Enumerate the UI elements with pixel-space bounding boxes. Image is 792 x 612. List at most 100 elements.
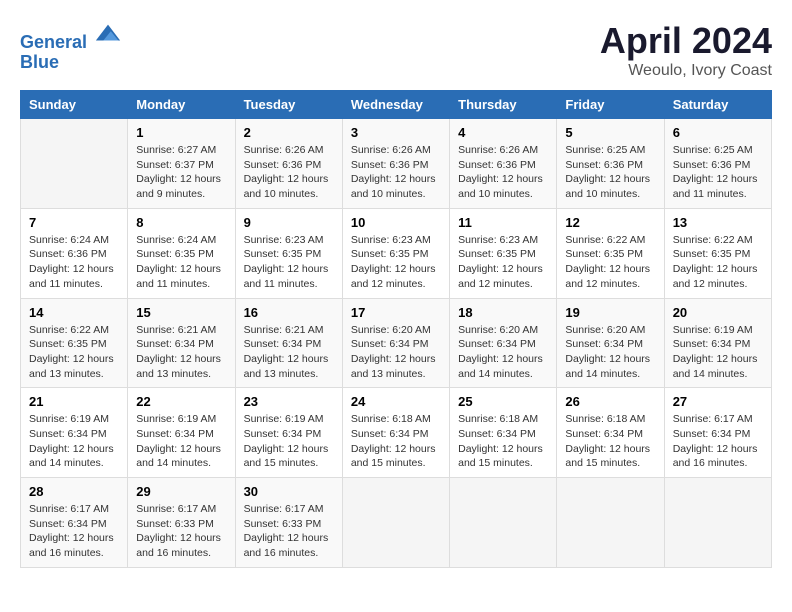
day-number: 7 — [29, 215, 119, 230]
calendar-day-cell: 19 Sunrise: 6:20 AM Sunset: 6:34 PM Dayli… — [557, 298, 664, 388]
day-number: 23 — [244, 394, 334, 409]
day-number: 6 — [673, 125, 763, 140]
day-number: 28 — [29, 484, 119, 499]
calendar-day-cell: 12Sunrise: 6:22 AM Sunset: 6:35 PM Dayli… — [557, 208, 664, 298]
day-info: Sunrise: 6:19 AM Sunset: 6:34 PM Dayligh… — [29, 412, 119, 471]
calendar-day-cell: 8 Sunrise: 6:24 AM Sunset: 6:35 PM Daylig… — [128, 208, 235, 298]
day-info: Sunrise: 6:26 AM Sunset: 6:36 PM Dayligh… — [458, 143, 548, 202]
day-info: Sunrise: 6:19 AM Sunset: 6:34 PM Dayligh… — [673, 323, 763, 382]
day-number: 27 — [673, 394, 763, 409]
calendar-day-cell: 21 Sunrise: 6:19 AM Sunset: 6:34 PM Dayli… — [21, 388, 128, 478]
calendar-day-cell: 17Sunrise: 6:20 AM Sunset: 6:34 PM Dayli… — [342, 298, 449, 388]
day-number: 16 — [244, 305, 334, 320]
day-info: Sunrise: 6:21 AM Sunset: 6:34 PM Dayligh… — [244, 323, 334, 382]
logo-blue: Blue — [20, 52, 59, 72]
calendar-day-cell — [450, 478, 557, 568]
day-info: Sunrise: 6:23 AM Sunset: 6:35 PM Dayligh… — [458, 233, 548, 292]
day-number: 21 — [29, 394, 119, 409]
calendar-table: SundayMondayTuesdayWednesdayThursdayFrid… — [20, 90, 772, 568]
calendar-day-cell: 2Sunrise: 6:26 AM Sunset: 6:36 PM Daylig… — [235, 119, 342, 209]
calendar-header-row: SundayMondayTuesdayWednesdayThursdayFrid… — [21, 91, 772, 119]
calendar-week-row: 21 Sunrise: 6:19 AM Sunset: 6:34 PM Dayli… — [21, 388, 772, 478]
calendar-day-cell: 24Sunrise: 6:18 AM Sunset: 6:34 PM Dayli… — [342, 388, 449, 478]
calendar-day-cell: 5 Sunrise: 6:25 AM Sunset: 6:36 PM Daylig… — [557, 119, 664, 209]
day-info: Sunrise: 6:18 AM Sunset: 6:34 PM Dayligh… — [565, 412, 655, 471]
day-info: Sunrise: 6:21 AM Sunset: 6:34 PM Dayligh… — [136, 323, 226, 382]
day-info: Sunrise: 6:17 AM Sunset: 6:34 PM Dayligh… — [29, 502, 119, 561]
month-year: April 2024 — [600, 20, 772, 62]
calendar-day-cell: 18 Sunrise: 6:20 AM Sunset: 6:34 PM Dayli… — [450, 298, 557, 388]
day-number: 25 — [458, 394, 548, 409]
day-number: 1 — [136, 125, 226, 140]
col-header-friday: Friday — [557, 91, 664, 119]
col-header-saturday: Saturday — [664, 91, 771, 119]
calendar-day-cell: 26 Sunrise: 6:18 AM Sunset: 6:34 PM Dayli… — [557, 388, 664, 478]
logo-general: General — [20, 32, 87, 52]
day-number: 9 — [244, 215, 334, 230]
day-info: Sunrise: 6:22 AM Sunset: 6:35 PM Dayligh… — [565, 233, 655, 292]
calendar-day-cell: 7 Sunrise: 6:24 AM Sunset: 6:36 PM Daylig… — [21, 208, 128, 298]
day-info: Sunrise: 6:22 AM Sunset: 6:35 PM Dayligh… — [29, 323, 119, 382]
day-number: 4 — [458, 125, 548, 140]
page-header: General Blue April 2024 Weoulo, Ivory Co… — [20, 20, 772, 80]
day-number: 30 — [244, 484, 334, 499]
day-number: 26 — [565, 394, 655, 409]
col-header-wednesday: Wednesday — [342, 91, 449, 119]
logo: General Blue — [20, 20, 122, 73]
day-number: 3 — [351, 125, 441, 140]
day-number: 10 — [351, 215, 441, 230]
calendar-day-cell: 20Sunrise: 6:19 AM Sunset: 6:34 PM Dayli… — [664, 298, 771, 388]
calendar-day-cell — [21, 119, 128, 209]
day-info: Sunrise: 6:20 AM Sunset: 6:34 PM Dayligh… — [458, 323, 548, 382]
calendar-day-cell: 23 Sunrise: 6:19 AM Sunset: 6:34 PM Dayli… — [235, 388, 342, 478]
day-info: Sunrise: 6:27 AM Sunset: 6:37 PM Dayligh… — [136, 143, 226, 202]
calendar-day-cell: 29 Sunrise: 6:17 AM Sunset: 6:33 PM Dayli… — [128, 478, 235, 568]
calendar-day-cell: 16 Sunrise: 6:21 AM Sunset: 6:34 PM Dayli… — [235, 298, 342, 388]
col-header-tuesday: Tuesday — [235, 91, 342, 119]
day-number: 2 — [244, 125, 334, 140]
calendar-week-row: 28 Sunrise: 6:17 AM Sunset: 6:34 PM Dayli… — [21, 478, 772, 568]
day-info: Sunrise: 6:18 AM Sunset: 6:34 PM Dayligh… — [351, 412, 441, 471]
day-info: Sunrise: 6:25 AM Sunset: 6:36 PM Dayligh… — [565, 143, 655, 202]
calendar-day-cell — [342, 478, 449, 568]
day-info: Sunrise: 6:20 AM Sunset: 6:34 PM Dayligh… — [351, 323, 441, 382]
day-number: 29 — [136, 484, 226, 499]
day-info: Sunrise: 6:17 AM Sunset: 6:34 PM Dayligh… — [673, 412, 763, 471]
calendar-day-cell: 25 Sunrise: 6:18 AM Sunset: 6:34 PM Dayli… — [450, 388, 557, 478]
logo-icon — [94, 20, 122, 48]
calendar-day-cell: 3Sunrise: 6:26 AM Sunset: 6:36 PM Daylig… — [342, 119, 449, 209]
day-info: Sunrise: 6:24 AM Sunset: 6:36 PM Dayligh… — [29, 233, 119, 292]
day-info: Sunrise: 6:20 AM Sunset: 6:34 PM Dayligh… — [565, 323, 655, 382]
day-info: Sunrise: 6:22 AM Sunset: 6:35 PM Dayligh… — [673, 233, 763, 292]
day-info: Sunrise: 6:17 AM Sunset: 6:33 PM Dayligh… — [136, 502, 226, 561]
calendar-week-row: 7 Sunrise: 6:24 AM Sunset: 6:36 PM Daylig… — [21, 208, 772, 298]
calendar-day-cell: 1 Sunrise: 6:27 AM Sunset: 6:37 PM Daylig… — [128, 119, 235, 209]
title-section: April 2024 Weoulo, Ivory Coast — [600, 20, 772, 80]
day-info: Sunrise: 6:18 AM Sunset: 6:34 PM Dayligh… — [458, 412, 548, 471]
calendar-day-cell: 30Sunrise: 6:17 AM Sunset: 6:33 PM Dayli… — [235, 478, 342, 568]
day-info: Sunrise: 6:19 AM Sunset: 6:34 PM Dayligh… — [136, 412, 226, 471]
calendar-day-cell: 13 Sunrise: 6:22 AM Sunset: 6:35 PM Dayli… — [664, 208, 771, 298]
calendar-week-row: 1 Sunrise: 6:27 AM Sunset: 6:37 PM Daylig… — [21, 119, 772, 209]
day-number: 8 — [136, 215, 226, 230]
day-number: 22 — [136, 394, 226, 409]
calendar-day-cell: 22 Sunrise: 6:19 AM Sunset: 6:34 PM Dayli… — [128, 388, 235, 478]
day-info: Sunrise: 6:19 AM Sunset: 6:34 PM Dayligh… — [244, 412, 334, 471]
day-number: 5 — [565, 125, 655, 140]
day-number: 19 — [565, 305, 655, 320]
col-header-sunday: Sunday — [21, 91, 128, 119]
calendar-day-cell: 27 Sunrise: 6:17 AM Sunset: 6:34 PM Dayli… — [664, 388, 771, 478]
calendar-day-cell — [664, 478, 771, 568]
calendar-day-cell: 14Sunrise: 6:22 AM Sunset: 6:35 PM Dayli… — [21, 298, 128, 388]
location: Weoulo, Ivory Coast — [600, 62, 772, 80]
col-header-thursday: Thursday — [450, 91, 557, 119]
day-number: 18 — [458, 305, 548, 320]
calendar-day-cell: 9 Sunrise: 6:23 AM Sunset: 6:35 PM Daylig… — [235, 208, 342, 298]
day-number: 13 — [673, 215, 763, 230]
calendar-day-cell: 10Sunrise: 6:23 AM Sunset: 6:35 PM Dayli… — [342, 208, 449, 298]
calendar-week-row: 14Sunrise: 6:22 AM Sunset: 6:35 PM Dayli… — [21, 298, 772, 388]
day-number: 15 — [136, 305, 226, 320]
day-info: Sunrise: 6:23 AM Sunset: 6:35 PM Dayligh… — [244, 233, 334, 292]
day-info: Sunrise: 6:24 AM Sunset: 6:35 PM Dayligh… — [136, 233, 226, 292]
col-header-monday: Monday — [128, 91, 235, 119]
